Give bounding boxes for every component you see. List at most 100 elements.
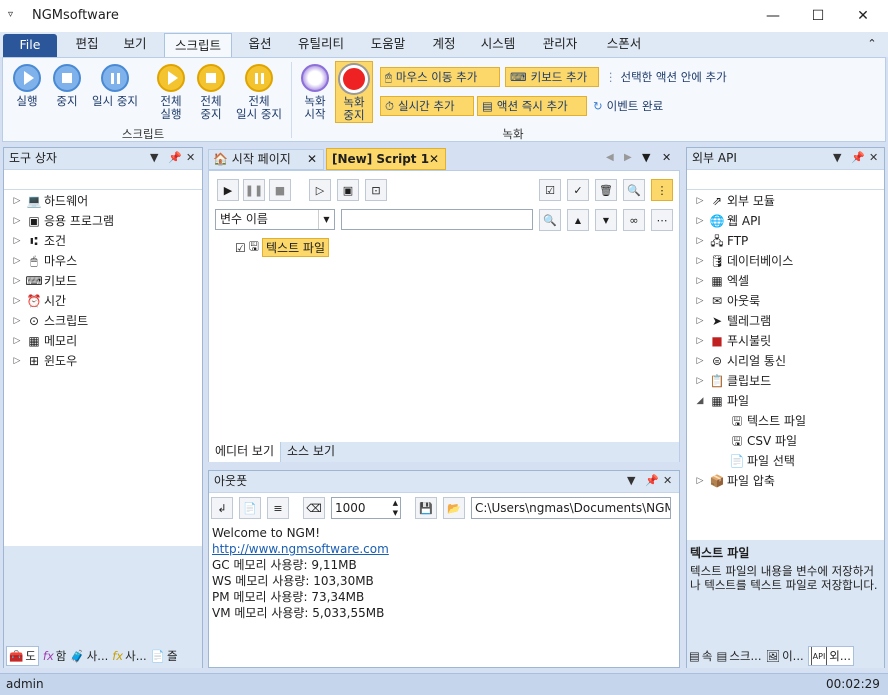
tab-functions[interactable]: fx 함 — [43, 646, 66, 666]
pin-icon[interactable]: 📌 — [645, 474, 659, 487]
tree-item-pushbullet[interactable]: ▷ ■ 푸시불릿 — [693, 331, 883, 351]
expand-icon[interactable]: ▷ — [10, 191, 24, 211]
api-search-input[interactable] — [687, 170, 884, 190]
menu-utility[interactable]: 유틸리티 — [290, 32, 352, 57]
infinity-icon[interactable]: ∞ — [623, 209, 645, 231]
record-stop-button[interactable]: 녹화 중지 — [335, 61, 373, 123]
tab-close-all-icon[interactable]: ✕ — [662, 151, 671, 164]
record-start-button[interactable]: 녹화 시작 — [297, 64, 333, 121]
menu-account[interactable]: 계정 — [424, 32, 464, 57]
stepper-arrows-icon[interactable]: ▲ ▼ — [393, 498, 398, 518]
tree-item-condition[interactable]: ▷ ⑆ 조건 — [10, 231, 200, 251]
expand-icon[interactable]: ▷ — [693, 371, 707, 391]
stop-all-button[interactable]: 전체 중지 — [193, 64, 229, 121]
run-all-button[interactable]: 전체 실행 — [153, 64, 189, 121]
tab-scroll-right-icon[interactable]: ▶ — [624, 152, 632, 163]
tab-scripts[interactable]: ▤ 스크... — [716, 646, 761, 666]
expand-icon[interactable]: ▷ — [10, 291, 24, 311]
tab-images[interactable]: 🖼 이... — [765, 646, 803, 666]
tree-item-web-api[interactable]: ▷ 🌐 웹 API — [693, 211, 883, 231]
run-from-icon[interactable]: ▣ — [337, 179, 359, 201]
tree-item-csv-file[interactable]: 🖫 CSV 파일 — [693, 431, 883, 451]
tab-editor-view[interactable]: 에디터 보기 — [209, 442, 282, 462]
search-icon[interactable]: 🔍 — [539, 209, 561, 231]
expand-icon[interactable]: ▷ — [693, 311, 707, 331]
pause-all-button[interactable]: 전체 일시 중지 — [231, 64, 287, 121]
stop-icon[interactable]: ■ — [269, 179, 291, 201]
tab-source-view[interactable]: 소스 보기 — [281, 442, 341, 462]
expand-icon[interactable]: ▷ — [693, 471, 707, 491]
expand-icon[interactable]: ▷ — [10, 331, 24, 351]
menu-edit[interactable]: 편집 — [64, 32, 110, 57]
tree-item-mouse[interactable]: ▷ 🖱 마우스 — [10, 251, 200, 271]
tab-start-page[interactable]: 🏠 시작 페이지 ✕ — [208, 149, 324, 170]
menu-options[interactable]: 옵션 — [238, 32, 282, 57]
eraser-icon[interactable]: ⌫ — [303, 497, 325, 519]
node-checkbox[interactable]: ☑ — [235, 241, 246, 255]
expand-icon[interactable]: ▷ — [693, 191, 707, 211]
pin-icon[interactable]: 📌 — [851, 151, 865, 164]
panel-close-icon[interactable]: ✕ — [869, 151, 878, 164]
panel-menu-icon[interactable]: ▼ — [627, 474, 635, 487]
menu-view[interactable]: 보기 — [112, 32, 158, 57]
tab-properties[interactable]: ▤ 속 — [689, 646, 712, 666]
expand-icon[interactable]: ▷ — [10, 311, 24, 331]
tab-favorites[interactable]: 📄 즐 — [151, 646, 178, 666]
tree-item-memory[interactable]: ▷ ▦ 메모리 — [10, 331, 200, 351]
stop-button[interactable]: 중지 — [49, 64, 85, 108]
add-realtime-button[interactable]: ⏱ 실시간 추가 — [380, 96, 474, 116]
save-log-icon[interactable]: 📄 — [239, 497, 261, 519]
add-action-now-button[interactable]: ▤ 액션 즉시 추가 — [477, 96, 587, 116]
up-icon[interactable]: ▲ — [567, 209, 589, 231]
more-icon[interactable]: ⋯ — [651, 209, 673, 231]
tree-item-time[interactable]: ▷ ⏰ 시간 — [10, 291, 200, 311]
tab-scroll-left-icon[interactable]: ◀ — [606, 152, 614, 163]
tree-item-keyboard[interactable]: ▷ ⌨ 키보드 — [10, 271, 200, 291]
maximize-button[interactable]: ☐ — [795, 0, 841, 32]
run-icon[interactable]: ▶ — [217, 179, 239, 201]
log-path-field[interactable]: C:\Users\ngmas\Documents\NGM6\ — [471, 497, 671, 519]
tree-item-text-file[interactable]: 🖫 텍스트 파일 — [693, 411, 883, 431]
minimize-button[interactable]: — — [750, 0, 796, 32]
expand-icon[interactable]: ▷ — [693, 271, 707, 291]
down-icon[interactable]: ▼ — [595, 209, 617, 231]
panel-menu-icon[interactable]: ▼ — [150, 151, 158, 164]
collapse-ribbon-icon[interactable]: ⌃ — [860, 32, 884, 57]
tab-close-icon[interactable]: ✕ — [307, 150, 317, 169]
pause-button[interactable]: 일시 중지 — [87, 64, 143, 108]
run-step-icon[interactable]: ▷ — [309, 179, 331, 201]
wrap-icon[interactable]: ↲ — [211, 497, 233, 519]
expand-icon[interactable]: ▷ — [693, 351, 707, 371]
tab-script-1[interactable]: [New] Script 1 ✕ — [326, 148, 446, 170]
tab-list-icon[interactable]: ▼ — [642, 151, 650, 164]
variable-select[interactable]: 변수 이름 ▼ — [215, 209, 335, 230]
chevron-down-icon[interactable]: ▼ — [318, 210, 334, 229]
collapse-icon[interactable]: ◢ — [693, 391, 707, 411]
tree-item-script[interactable]: ▷ ⊙ 스크립트 — [10, 311, 200, 331]
pause-icon[interactable]: ❚❚ — [243, 179, 265, 201]
tree-item-file-compress[interactable]: ▷ 📦 파일 압축 — [693, 471, 883, 491]
tree-item-window[interactable]: ▷ ⊞ 윈도우 — [10, 351, 200, 371]
add-in-selected-button[interactable]: ⋮ 선택한 액션 안에 추가 — [601, 67, 751, 87]
check-all-icon[interactable]: ☑ — [539, 179, 561, 201]
expand-icon[interactable]: ▷ — [10, 271, 24, 291]
expand-icon[interactable]: ▷ — [693, 331, 707, 351]
tree-item-external-module[interactable]: ▷ ⇗ 외부 모듈 — [693, 191, 883, 211]
tree-item-database[interactable]: ▷ 🛢 데이터베이스 — [693, 251, 883, 271]
menu-file[interactable]: File — [3, 34, 57, 57]
menu-admin[interactable]: 관리자 — [532, 32, 588, 57]
check-icon[interactable]: ✓ — [567, 179, 589, 201]
tree-item-file-select[interactable]: 📄 파일 선택 — [693, 451, 883, 471]
tab-close-icon[interactable]: ✕ — [429, 149, 439, 169]
save-icon[interactable]: 💾 — [415, 497, 437, 519]
script-node[interactable]: ☑ 🖫 텍스트 파일 — [235, 237, 330, 258]
expand-icon[interactable]: ▷ — [693, 231, 707, 251]
expand-icon[interactable]: ▷ — [693, 251, 707, 271]
tree-view-icon[interactable]: ⋮ — [651, 179, 673, 201]
tab-external-api[interactable]: API 외... — [807, 646, 854, 666]
close-button[interactable]: ✕ — [840, 0, 886, 32]
tree-item-outlook[interactable]: ▷ ✉ 아웃룩 — [693, 291, 883, 311]
expand-icon[interactable]: ▷ — [10, 231, 24, 251]
tab-user-1[interactable]: 🧳 사... — [70, 646, 108, 666]
panel-close-icon[interactable]: ✕ — [663, 474, 672, 487]
